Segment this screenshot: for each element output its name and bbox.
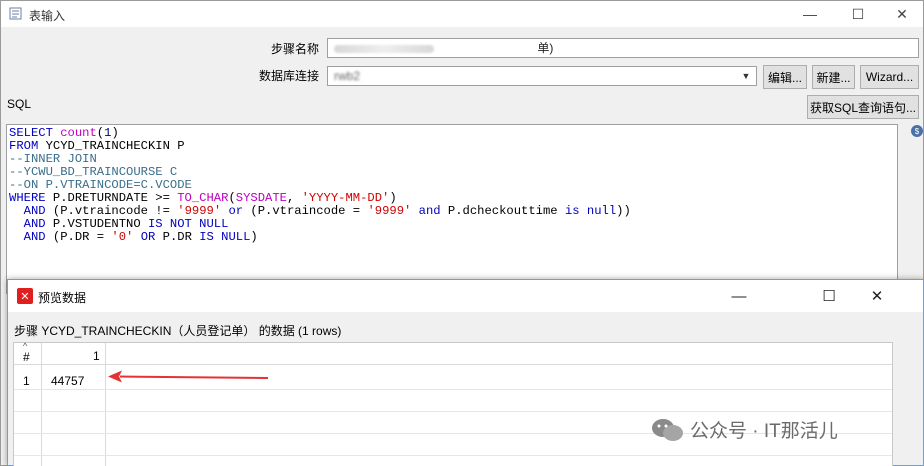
- sql-token: ): [111, 126, 119, 140]
- sql-token: AND: [23, 230, 53, 244]
- dialog-minimize-button[interactable]: —: [716, 280, 762, 312]
- grid-header-row: [14, 343, 892, 365]
- sql-token: FROM: [9, 139, 46, 153]
- sql-token: is null: [564, 204, 617, 218]
- watermark: 公众号 · IT那活儿: [650, 416, 838, 443]
- grid-divider: [105, 343, 106, 466]
- sql-token: '9999': [177, 204, 222, 218]
- redacted-text: [334, 44, 434, 53]
- sql-token: and: [411, 204, 448, 218]
- edit-connection-button[interactable]: 编辑...: [763, 65, 807, 89]
- grid-header-rownum[interactable]: #: [23, 350, 30, 364]
- sql-token: 'YYYY-MM-DD': [301, 191, 390, 205]
- new-connection-button[interactable]: 新建...: [812, 65, 855, 89]
- sql-token: P.DRETURNDATE >=: [52, 191, 178, 205]
- sql-token: P.DR: [162, 230, 200, 244]
- sql-token: --ON P.VTRAINCODE=C.VCODE: [9, 178, 192, 192]
- sql-line: AND (P.DR = '0' OR P.DR IS NULL): [9, 231, 897, 244]
- variable-icon: $: [911, 125, 923, 137]
- sql-token: (P.vtraincode =: [250, 204, 368, 218]
- maximize-button[interactable]: ☐: [835, 1, 881, 27]
- sql-token: (: [228, 191, 236, 205]
- step-name-label: 步骤名称: [271, 42, 320, 56]
- grid-row-number: 1: [23, 374, 30, 388]
- sql-token: --INNER JOIN: [9, 152, 97, 166]
- step-name-input[interactable]: 单): [327, 38, 919, 58]
- sql-token: count: [60, 126, 97, 140]
- table-input-icon: [9, 7, 22, 20]
- dialog-title: 预览数据: [38, 291, 87, 305]
- sql-token: YCYD_TRAINCHECKIN P: [45, 139, 185, 153]
- sql-token: )): [616, 204, 631, 218]
- sql-token: (: [96, 126, 105, 140]
- sql-token: IS NULL: [199, 230, 251, 244]
- window-titlebar: 表输入 — ☐ ✕: [1, 1, 923, 27]
- sql-token: TO_CHAR: [177, 191, 229, 205]
- sql-token: SYSDATE: [235, 191, 287, 205]
- sql-token: AND: [23, 217, 53, 231]
- minimize-button[interactable]: —: [787, 1, 833, 27]
- dialog-maximize-button[interactable]: ☐: [806, 280, 852, 312]
- sql-token: '0': [111, 230, 134, 244]
- window-title: 表输入: [29, 9, 66, 23]
- sql-token: --YCWU_BD_TRAINCOURSE C: [9, 165, 178, 179]
- sql-token: WHERE: [9, 191, 53, 205]
- sql-token: AND: [23, 204, 53, 218]
- grid-row-line: [14, 455, 892, 456]
- sql-line: FROM YCYD_TRAINCHECKIN P: [9, 140, 897, 153]
- sql-token: or: [221, 204, 251, 218]
- dialog-close-button[interactable]: ✕: [854, 280, 900, 312]
- sql-token: ): [389, 191, 397, 205]
- preview-grid[interactable]: ^ # 1 1 44757: [13, 341, 893, 466]
- grid-row-line: [14, 411, 892, 412]
- red-annotation-arrow: [108, 370, 269, 383]
- sql-token: (P.DR =: [52, 230, 112, 244]
- get-sql-button[interactable]: 获取SQL查询语句...: [807, 95, 919, 119]
- db-connection-value: rwb2: [334, 69, 361, 83]
- db-connection-select[interactable]: rwb2 ▼: [327, 66, 757, 86]
- grid-row-line: [14, 389, 892, 390]
- grid-divider: [41, 343, 42, 466]
- close-button[interactable]: ✕: [879, 1, 924, 27]
- sql-token: ): [250, 230, 258, 244]
- sql-token: IS NOT NULL: [147, 217, 229, 231]
- sql-token: SELECT: [9, 126, 61, 140]
- sql-token: ,: [286, 191, 302, 205]
- sql-token: P.dcheckouttime: [447, 204, 565, 218]
- wechat-icon: [652, 418, 683, 441]
- sql-token: P.VSTUDENTNO: [52, 217, 148, 231]
- grid-cell-count[interactable]: 44757: [51, 374, 84, 388]
- db-connection-label: 数据库连接: [259, 69, 320, 83]
- spoon-icon: ✕: [17, 288, 33, 304]
- chevron-down-icon[interactable]: ▼: [739, 68, 753, 84]
- step-name-value-tail: 单): [537, 41, 554, 55]
- step-rows-caption: 步骤 YCYD_TRAINCHECKIN（人员登记单） 的数据 (1 rows): [14, 324, 342, 338]
- grid-header-col1[interactable]: 1: [93, 349, 100, 363]
- sql-token: '9999': [367, 204, 412, 218]
- sql-editor[interactable]: SELECT count(1) FROM YCYD_TRAINCHECKIN P-…: [6, 124, 898, 294]
- watermark-text: 公众号 · IT那活儿: [690, 421, 838, 442]
- dialog-titlebar: ✕ 预览数据 — ☐ ✕: [8, 280, 923, 312]
- sql-token: OR: [133, 230, 163, 244]
- wizard-button[interactable]: Wizard...: [860, 65, 919, 89]
- sql-label: SQL: [7, 97, 32, 111]
- sql-token: (P.vtraincode !=: [52, 204, 178, 218]
